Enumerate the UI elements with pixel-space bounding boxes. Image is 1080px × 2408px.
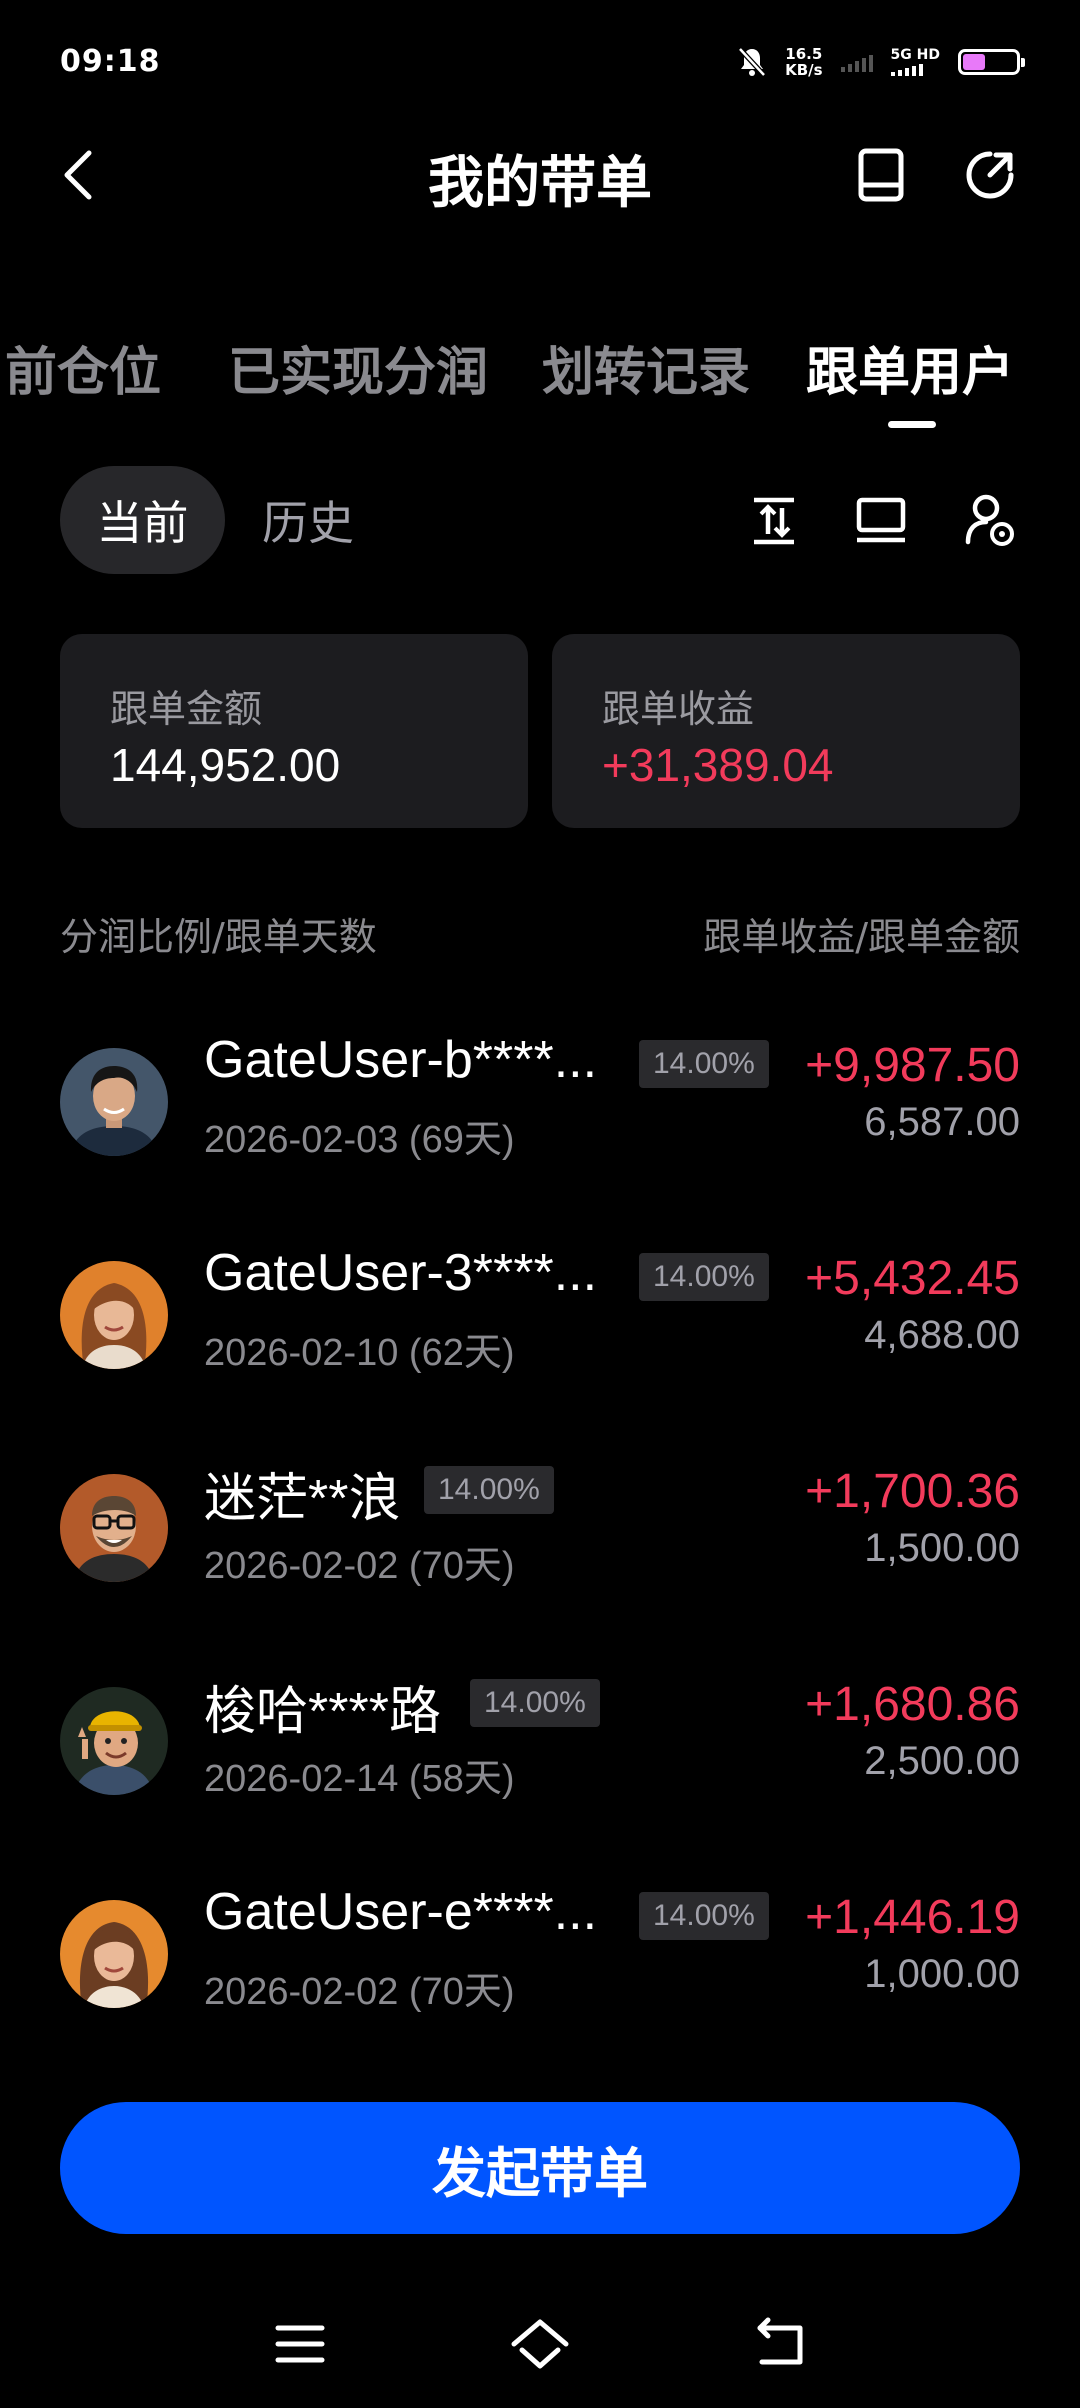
segment-history[interactable]: 历史: [262, 466, 354, 574]
start-copy-trading-button[interactable]: 发起带单: [60, 2102, 1020, 2234]
page-title: 我的带单: [428, 151, 652, 216]
user-amount: 1,500.00: [864, 1526, 1020, 1570]
avatar: [60, 1261, 168, 1369]
status-icons: 16.5 KB/s 5G HD 44: [737, 42, 1025, 82]
share-ratio-badge: 14.00%: [639, 1040, 769, 1088]
avatar: [60, 1687, 168, 1795]
user-profit: +1,700.36: [805, 1465, 1020, 1518]
share-ratio-badge: 14.00%: [639, 1892, 769, 1940]
net-speed: 16.5 KB/s: [785, 46, 822, 78]
user-name: 迷茫**浪: [204, 1470, 401, 1528]
user-amount: 2,500.00: [864, 1739, 1020, 1783]
list-item[interactable]: GateUser-b****... 14.00% 2026-02-03 (69天…: [0, 1030, 1080, 1200]
user-profit: +1,446.19: [805, 1891, 1020, 1944]
net-speed-unit: KB/s: [785, 61, 823, 79]
user-settings-icon[interactable]: [962, 490, 1018, 550]
column-header-left: 分润比例/跟单天数: [60, 915, 377, 959]
tab-copy-users[interactable]: 跟单用户: [806, 330, 1014, 405]
avatar: [60, 1048, 168, 1156]
share-ratio-badge: 14.00%: [424, 1466, 554, 1514]
avatar: [60, 1900, 168, 2008]
sort-icon[interactable]: [746, 490, 802, 550]
user-name: GateUser-b****...: [204, 1031, 598, 1089]
status-time: 09:18: [60, 44, 161, 79]
menu-icon[interactable]: [268, 2316, 332, 2372]
user-name: 梭哈****路: [204, 1683, 441, 1741]
battery-icon: 44: [958, 49, 1025, 75]
copy-profit-value: +31,389.04: [602, 739, 834, 791]
tab-realized-profit[interactable]: 已实现分润: [228, 330, 488, 405]
copy-profit-label: 跟单收益: [602, 687, 755, 731]
share-icon[interactable]: [960, 145, 1020, 205]
user-profit: +5,432.45: [805, 1252, 1020, 1305]
tab-active-indicator: [888, 421, 936, 428]
list-item[interactable]: 迷茫**浪 14.00% 2026-02-02 (70天) +1,700.36 …: [0, 1456, 1080, 1626]
book-icon[interactable]: [855, 145, 907, 205]
copy-profit-card: 跟单收益 +31,389.04: [552, 634, 1020, 828]
network-group: 5G HD: [890, 47, 940, 76]
user-profit: +1,680.86: [805, 1678, 1020, 1731]
user-name: GateUser-e****...: [204, 1883, 598, 1941]
signal-1-icon: [840, 52, 873, 72]
follow-date: 2026-02-14 (58天): [204, 1758, 515, 1800]
user-amount: 4,688.00: [864, 1313, 1020, 1357]
avatar: [60, 1474, 168, 1582]
user-amount: 1,000.00: [864, 1952, 1020, 1996]
screen-icon[interactable]: [853, 490, 909, 550]
back-nav-icon[interactable]: [748, 2316, 812, 2372]
net-speed-value: 16.5: [785, 45, 823, 63]
segment-current[interactable]: 当前: [60, 466, 225, 574]
share-ratio-badge: 14.00%: [639, 1253, 769, 1301]
follow-date: 2026-02-02 (70天): [204, 1971, 515, 2013]
user-name: GateUser-3****...: [204, 1244, 598, 1302]
follow-date: 2026-02-10 (62天): [204, 1332, 515, 1374]
follow-date: 2026-02-03 (69天): [204, 1119, 515, 1161]
mute-bell-icon: [738, 47, 766, 77]
share-ratio-badge: 14.00%: [470, 1679, 600, 1727]
battery-level: 44: [987, 52, 1010, 72]
home-icon[interactable]: [508, 2316, 572, 2372]
network-type: 5G HD: [890, 47, 940, 63]
signal-2-icon: [890, 62, 923, 76]
user-amount: 6,587.00: [864, 1100, 1020, 1144]
follow-date: 2026-02-02 (70天): [204, 1545, 515, 1587]
tab-transfer-records[interactable]: 划转记录: [542, 330, 750, 405]
tab-bar: 当前仓位 已实现分润 划转记录 跟单用户: [0, 330, 1080, 420]
copy-amount-value: 144,952.00: [110, 739, 341, 791]
list-item[interactable]: GateUser-e****... 14.00% 2026-02-02 (70天…: [0, 1882, 1080, 2052]
column-header-right: 跟单收益/跟单金额: [703, 915, 1020, 959]
list-item[interactable]: GateUser-3****... 14.00% 2026-02-10 (62天…: [0, 1243, 1080, 1413]
list-item[interactable]: 梭哈****路 14.00% 2026-02-14 (58天) +1,680.8…: [0, 1669, 1080, 1839]
copy-amount-label: 跟单金额: [110, 687, 263, 731]
tab-positions[interactable]: 当前仓位: [0, 330, 161, 405]
user-profit: +9,987.50: [805, 1039, 1020, 1092]
copy-amount-card: 跟单金额 144,952.00: [60, 634, 528, 828]
